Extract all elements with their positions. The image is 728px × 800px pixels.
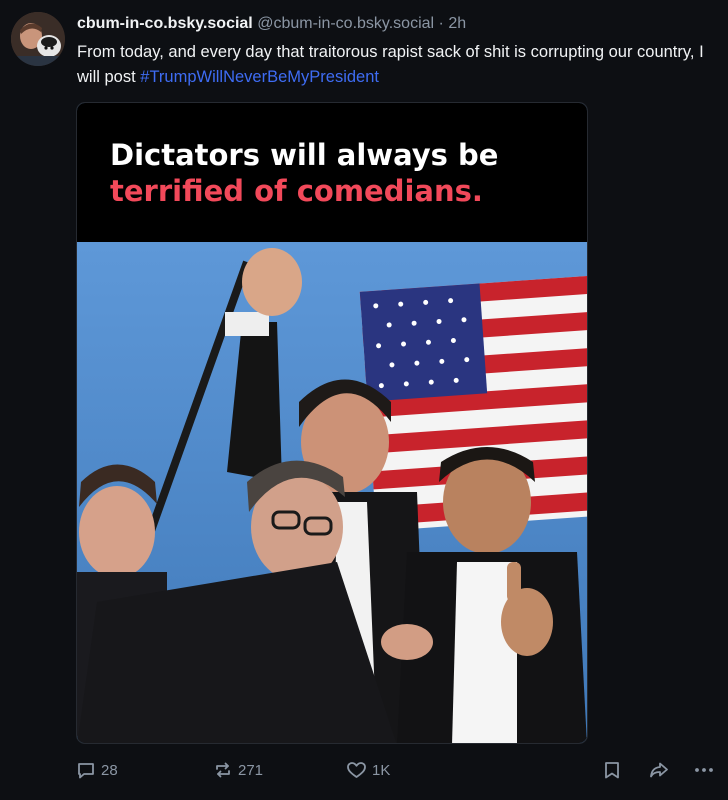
repost-icon	[213, 760, 233, 780]
photo	[77, 242, 587, 743]
caption-line-1: Dictators will always be	[110, 138, 499, 172]
like-icon	[346, 760, 367, 780]
repost-button[interactable]: 271	[213, 757, 263, 783]
bookmark-icon	[603, 760, 621, 780]
display-name[interactable]: cbum-in-co.bsky.social	[77, 15, 253, 32]
post-text: From today, and every day that traitorou…	[77, 40, 722, 90]
image-caption: Dictators will always be terrified of co…	[77, 103, 587, 242]
avatar[interactable]	[11, 12, 65, 66]
timestamp[interactable]: 2h	[448, 15, 466, 32]
post-header: cbum-in-co.bsky.social @cbum-in-co.bsky.…	[77, 14, 718, 34]
post-image[interactable]: Dictators will always be terrified of co…	[76, 102, 588, 744]
reply-button[interactable]: 28	[76, 757, 118, 783]
hashtag-link[interactable]: #TrumpWillNeverBeMyPresident	[140, 68, 379, 86]
more-options-button[interactable]	[693, 757, 715, 783]
share-button[interactable]	[648, 757, 670, 783]
repost-count: 271	[238, 761, 264, 779]
caption-line-2: terrified of comedians.	[110, 174, 483, 208]
handle[interactable]: @cbum-in-co.bsky.social	[257, 15, 434, 32]
like-button[interactable]: 1K	[346, 757, 390, 783]
like-count: 1K	[372, 761, 391, 779]
reply-icon	[76, 760, 96, 780]
bookmark-button[interactable]	[603, 757, 621, 783]
share-icon	[648, 760, 670, 780]
reply-count: 28	[101, 761, 118, 779]
post-actions: 28 271 1K	[76, 757, 722, 783]
more-icon	[693, 760, 715, 780]
post: cbum-in-co.bsky.social @cbum-in-co.bsky.…	[0, 0, 728, 800]
separator: ·	[438, 15, 444, 32]
